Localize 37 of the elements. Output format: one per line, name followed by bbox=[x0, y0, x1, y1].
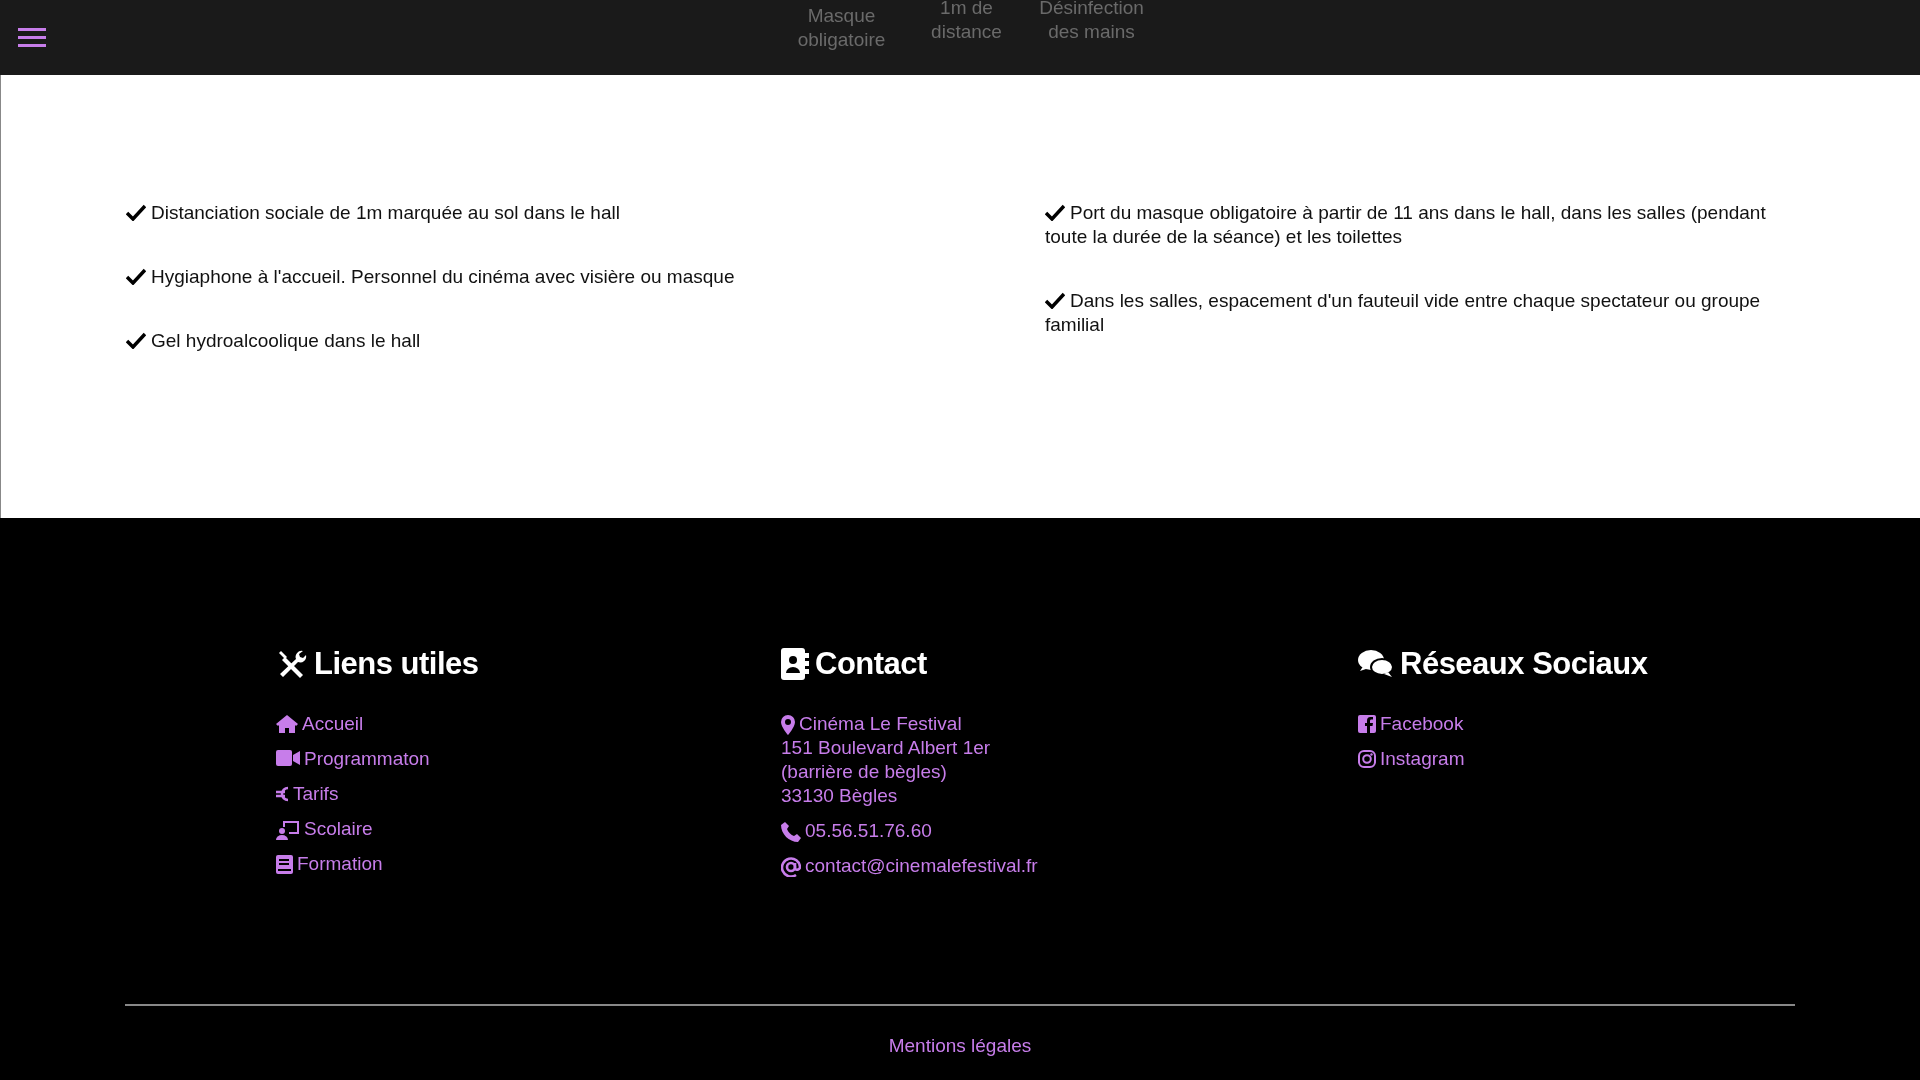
check-icon bbox=[126, 204, 146, 221]
measure-text: Port du masque obligatoire à partir de 11 ans dans le hall, dans les salles (pendant toute la durée de la séance) et les toilettes bbox=[1045, 201, 1767, 249]
at-sign-icon bbox=[781, 857, 801, 877]
video-camera-icon bbox=[276, 750, 300, 766]
instagram-icon bbox=[1358, 750, 1376, 768]
measure-text: Gel hydroalcoolique dans le hall bbox=[126, 329, 1045, 353]
home-icon bbox=[276, 715, 298, 733]
measure-text: Hygiaphone à l'accueil. Personnel du cinéma avec visière ou masque bbox=[126, 265, 1045, 289]
footer-link[interactable]: contact@cinemalefestival.fr bbox=[781, 854, 1358, 878]
measure-text: Distanciation sociale de 1m marquée au sol dans le hall bbox=[126, 201, 1045, 225]
check-icon bbox=[1045, 204, 1065, 221]
footer-link[interactable]: Programmaton bbox=[276, 747, 781, 771]
map-pin-icon bbox=[781, 715, 795, 735]
footer-heading: Contact bbox=[815, 646, 927, 682]
facebook-icon bbox=[1358, 715, 1376, 733]
footer-link[interactable]: Accueil bbox=[276, 712, 781, 736]
book-icon bbox=[276, 855, 293, 874]
check-icon bbox=[126, 268, 146, 285]
check-icon bbox=[1045, 292, 1065, 309]
menu-icon bbox=[18, 27, 46, 47]
footer-link[interactable]: Facebook bbox=[1358, 712, 1795, 736]
footer-link[interactable]: Scolaire bbox=[276, 817, 781, 841]
check-icon bbox=[126, 332, 146, 349]
legal-link[interactable]: Mentions légales bbox=[888, 1034, 1032, 1058]
chat-bubbles-icon bbox=[1358, 649, 1394, 679]
teacher-board-icon bbox=[276, 820, 300, 840]
footer-link[interactable]: Instagram bbox=[1358, 747, 1795, 771]
footer-link[interactable]: Cinéma Le Festival 151 Boulevard Albert 1er (barrière de bègles) 33130 Bègles bbox=[781, 712, 1358, 808]
footer-link[interactable]: Tarifs bbox=[276, 782, 781, 806]
footer-link[interactable]: 05.56.51.76.60 bbox=[781, 819, 1358, 843]
footer-heading: Liens utiles bbox=[314, 646, 479, 682]
phone-icon bbox=[781, 822, 801, 842]
menu-button[interactable] bbox=[18, 27, 46, 47]
contact-card-icon bbox=[781, 648, 809, 680]
footer-heading: Réseaux Sociaux bbox=[1400, 646, 1648, 682]
footer-link[interactable]: Formation bbox=[276, 852, 781, 876]
measure-text: Dans les salles, espacement d'un fauteuil vide entre chaque spectateur ou groupe familial bbox=[1045, 289, 1762, 337]
